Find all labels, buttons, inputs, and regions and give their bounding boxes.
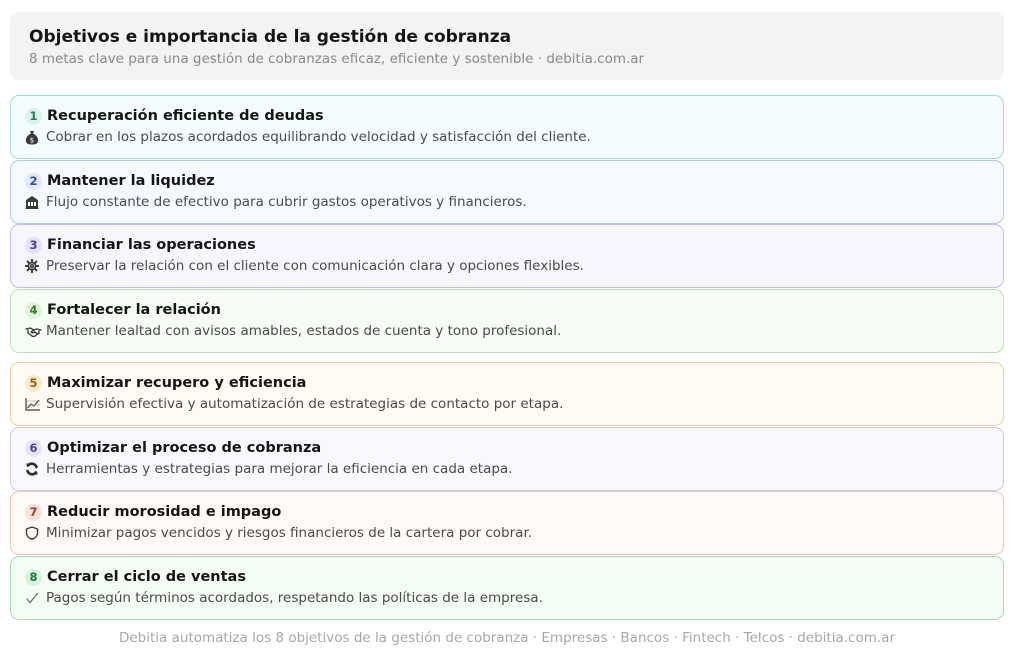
bank-icon — [25, 194, 43, 210]
objective-description: Herramientas y estrategias para mejorar … — [46, 461, 513, 477]
page-title: Objetivos e importancia de la gestión de… — [29, 27, 512, 47]
objective-number-badge: 3 — [25, 236, 42, 254]
objective-description: Cobrar en los plazos acordados equilibra… — [46, 129, 591, 145]
objective-card-2: 2 Mantener la liquidez Flujo constante d… — [10, 160, 1004, 224]
objective-description: Flujo constante de efectivo para cubrir … — [46, 194, 527, 210]
objective-number-badge: 4 — [25, 301, 42, 319]
objective-number-badge: 2 — [25, 172, 42, 190]
objective-description: Preservar la relación con el cliente con… — [46, 258, 584, 274]
objective-card-4: 4 Fortalecer la relación Mantener lealta… — [10, 289, 1004, 353]
check-icon — [25, 590, 43, 606]
money-bag-icon: $ — [25, 129, 43, 145]
objective-number-badge: 5 — [25, 374, 42, 392]
footer-note: Debitia automatiza los 8 objetivos de la… — [118, 630, 895, 646]
svg-text:$: $ — [30, 136, 34, 144]
objective-title: Reducir morosidad e impago — [47, 504, 282, 520]
objective-card-5: 5 Maximizar recupero y eficiencia Superv… — [10, 362, 1004, 426]
objective-description: Pagos según términos acordados, respetan… — [46, 590, 543, 606]
objective-card-6: 6 Optimizar el proceso de cobranza Herra… — [10, 427, 1004, 491]
objective-description: Minimizar pagos vencidos y riesgos finan… — [46, 525, 533, 541]
objective-title: Mantener la liquidez — [47, 173, 215, 189]
objective-title: Optimizar el proceso de cobranza — [47, 440, 322, 456]
handshake-icon — [25, 323, 43, 339]
objective-number-badge: 1 — [25, 107, 42, 125]
objective-card-8: 8 Cerrar el ciclo de ventas Pagos según … — [10, 556, 1004, 620]
objective-title: Financiar las operaciones — [47, 237, 256, 253]
shield-icon — [25, 525, 43, 541]
objective-card-7: 7 Reducir morosidad e impago Minimizar p… — [10, 491, 1004, 555]
refresh-icon — [25, 461, 43, 477]
objective-number-badge: 8 — [25, 568, 42, 586]
objective-description: Mantener lealtad con avisos amables, est… — [46, 323, 562, 339]
gear-icon — [25, 258, 43, 274]
chart-icon — [25, 396, 43, 412]
objective-card-3: 3 Financiar las operaciones Preservar la… — [10, 224, 1004, 288]
objective-title: Maximizar recupero y eficiencia — [47, 375, 307, 391]
page-subtitle: 8 metas clave para una gestión de cobran… — [29, 51, 645, 67]
objective-card-1: 1 Recuperación eficiente de deudas $ Cob… — [10, 95, 1004, 159]
objective-number-badge: 7 — [25, 503, 42, 521]
objective-description: Supervisión efectiva y automatización de… — [46, 396, 564, 412]
objective-number-badge: 6 — [25, 439, 42, 457]
objective-title: Fortalecer la relación — [47, 302, 221, 318]
header-panel: Objetivos e importancia de la gestión de… — [10, 12, 1004, 80]
objective-title: Cerrar el ciclo de ventas — [47, 569, 246, 585]
objective-title: Recuperación eficiente de deudas — [47, 108, 324, 124]
